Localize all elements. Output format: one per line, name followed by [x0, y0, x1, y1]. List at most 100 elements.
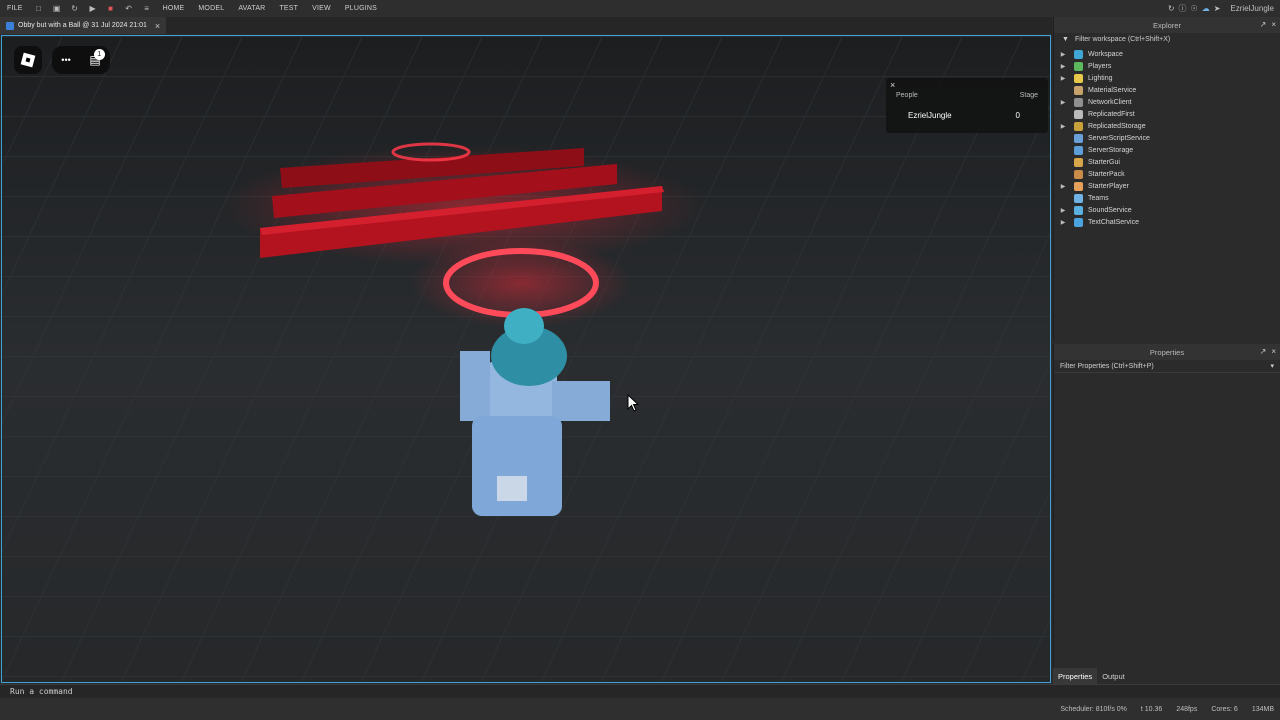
explorer-item[interactable]: StarterPack [1054, 168, 1280, 180]
expand-arrow-icon[interactable]: ▶ [1054, 51, 1068, 58]
quick-access-dropdown-icon[interactable]: ≡ [142, 4, 152, 14]
command-bar[interactable]: Run a command [0, 684, 1280, 698]
menu-home[interactable]: HOME [156, 5, 192, 12]
leaderboard: × People Stage EzrielJungle 0 [886, 78, 1048, 133]
properties-filter-placeholder: Filter Properties (Ctrl+Shift+P) [1060, 362, 1154, 370]
notifications-icon[interactable]: ↻ [1168, 4, 1175, 13]
explorer-panel: Explorer ↗ × ▼ Filter workspace (Ctrl+Sh… [1053, 17, 1280, 340]
mouse-cursor-icon [627, 394, 639, 412]
network-client-icon [1074, 97, 1083, 107]
expand-arrow-icon[interactable]: ▶ [1054, 63, 1068, 70]
explorer-item[interactable]: ▶ TextChatService [1054, 216, 1280, 228]
close-icon[interactable]: × [155, 21, 160, 31]
players-icon [1074, 61, 1083, 71]
cloud-icon[interactable]: ☁ [1202, 4, 1210, 13]
place-file-icon [6, 21, 14, 30]
team-icon[interactable]: ☉ [1191, 4, 1198, 13]
explorer-filter[interactable]: ▼ Filter workspace (Ctrl+Shift+X) [1054, 33, 1280, 46]
explorer-item[interactable]: ▶ Workspace [1054, 48, 1280, 60]
explorer-item-label: Workspace [1088, 50, 1123, 58]
menu-plugins[interactable]: PLUGINS [338, 5, 384, 12]
menu-avatar[interactable]: AVATAR [231, 5, 272, 12]
close-icon[interactable]: × [1271, 20, 1276, 29]
save-icon[interactable]: ▣ [52, 4, 62, 14]
help-icon[interactable]: ⓘ [1179, 3, 1187, 14]
redo-icon[interactable]: ↻ [70, 4, 80, 14]
replicated-storage-icon [1074, 121, 1083, 131]
new-file-icon[interactable]: □ [34, 4, 44, 14]
properties-filter[interactable]: Filter Properties (Ctrl+Shift+P) ▾ [1054, 360, 1280, 373]
user-name[interactable]: EzrielJungle [1230, 4, 1274, 13]
roblox-menu-button[interactable] [14, 46, 42, 74]
starter-pack-icon [1074, 169, 1083, 179]
stop-icon[interactable]: ■ [106, 4, 116, 14]
leaderboard-header-stage: Stage [1019, 92, 1038, 99]
expand-arrow-icon[interactable]: ▶ [1054, 183, 1068, 190]
explorer-title: Explorer [1153, 20, 1181, 30]
explorer-item-label: StarterPack [1088, 170, 1125, 178]
status-memory: 134MB [1251, 705, 1274, 713]
share-icon[interactable]: ➤ [1214, 4, 1221, 13]
leaderboard-row[interactable]: EzrielJungle 0 [886, 111, 1048, 120]
panel-tabs: Properties Output [1053, 668, 1280, 684]
close-icon[interactable]: × [890, 80, 895, 90]
explorer-item-label: Players [1088, 62, 1112, 70]
explorer-filter-placeholder: Filter workspace (Ctrl+Shift+X) [1074, 36, 1171, 43]
filter-icon: ▼ [1062, 36, 1069, 43]
menu-model[interactable]: MODEL [191, 5, 231, 12]
explorer-item-label: StarterPlayer [1088, 182, 1129, 190]
expand-arrow-icon[interactable]: ▶ [1054, 99, 1068, 106]
tab-title: Obby but with a Ball @ 31 Jul 2024 21:01 [18, 22, 147, 29]
leaderboard-header-people: People [896, 92, 918, 99]
expand-arrow-icon[interactable]: ▶ [1054, 123, 1068, 130]
explorer-item-label: ServerScriptService [1088, 134, 1150, 142]
tab-properties[interactable]: Properties [1053, 668, 1098, 684]
sound-service-icon [1074, 205, 1083, 215]
undock-icon[interactable]: ↗ [1260, 20, 1267, 29]
explorer-item[interactable]: ▶ Players [1054, 60, 1280, 72]
lighting-icon [1074, 73, 1083, 83]
chevron-down-icon[interactable]: ▾ [1270, 362, 1274, 370]
explorer-item-label: TextChatService [1088, 218, 1139, 226]
tab-output[interactable]: Output [1097, 672, 1130, 681]
explorer-item[interactable]: Teams [1054, 192, 1280, 204]
replicated-first-icon [1074, 109, 1083, 119]
game-viewport[interactable]: ••• ▤ 1 × People Stage EzrielJungle 0 [1, 35, 1051, 683]
explorer-item-label: Teams [1088, 194, 1109, 202]
expand-arrow-icon[interactable]: ▶ [1054, 219, 1068, 226]
menu-test[interactable]: TEST [272, 5, 305, 12]
menu-view[interactable]: VIEW [305, 5, 338, 12]
undock-icon[interactable]: ↗ [1260, 347, 1267, 356]
explorer-item[interactable]: StarterGui [1054, 156, 1280, 168]
top-menu-bar: FILE □ ▣ ↻ ▶ ■ ↶ ≡ HOME MODEL AVATAR TES… [0, 0, 1280, 17]
close-icon[interactable]: × [1271, 347, 1276, 356]
explorer-item[interactable]: MaterialService [1054, 84, 1280, 96]
expand-arrow-icon[interactable]: ▶ [1054, 75, 1068, 82]
workspace-icon [1074, 49, 1083, 59]
player-stage: 0 [1015, 111, 1020, 120]
explorer-item[interactable]: ServerStorage [1054, 144, 1280, 156]
chat-icon[interactable]: ▤ 1 [89, 49, 105, 67]
material-service-icon [1074, 85, 1083, 95]
text-chat-service-icon [1074, 217, 1083, 227]
explorer-item-label: StarterGui [1088, 158, 1120, 166]
explorer-item-label: ReplicatedFirst [1088, 110, 1135, 118]
command-input-placeholder[interactable]: Run a command [10, 687, 73, 696]
explorer-item[interactable]: ServerScriptService [1054, 132, 1280, 144]
explorer-item[interactable]: ▶ NetworkClient [1054, 96, 1280, 108]
expand-arrow-icon[interactable]: ▶ [1054, 207, 1068, 214]
explorer-item[interactable]: ▶ Lighting [1054, 72, 1280, 84]
explorer-item[interactable]: ▶ ReplicatedStorage [1054, 120, 1280, 132]
more-options-icon[interactable]: ••• [61, 55, 70, 65]
play-icon[interactable]: ▶ [88, 4, 98, 14]
explorer-item[interactable]: ▶ SoundService [1054, 204, 1280, 216]
status-fps: 248fps [1176, 705, 1198, 713]
starter-player-icon [1074, 181, 1083, 191]
starter-gui-icon [1074, 157, 1083, 167]
explorer-item[interactable]: ▶ StarterPlayer [1054, 180, 1280, 192]
file-menu[interactable]: FILE [0, 5, 30, 12]
undo-icon[interactable]: ↶ [124, 4, 134, 14]
properties-title: Properties [1149, 347, 1185, 357]
tab-place[interactable]: Obby but with a Ball @ 31 Jul 2024 21:01… [0, 17, 167, 34]
explorer-item[interactable]: ReplicatedFirst [1054, 108, 1280, 120]
